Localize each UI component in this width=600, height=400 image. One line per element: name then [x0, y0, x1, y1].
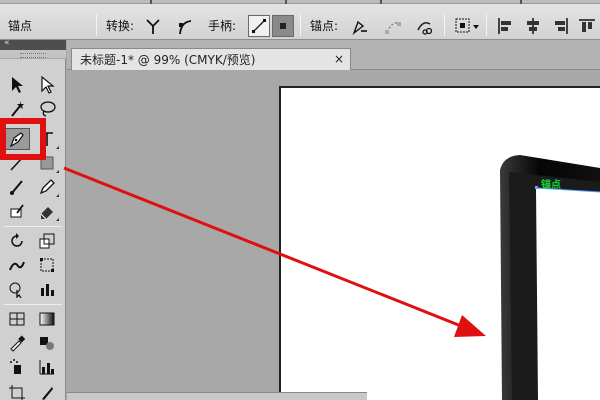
hide-handles-button[interactable]: [272, 15, 294, 37]
blend-tool[interactable]: [34, 332, 60, 354]
artboard[interactable]: [279, 86, 600, 400]
document-tab-bar: 未标题-1* @ 99% (CMYK/预览) ×: [67, 40, 600, 70]
anchor-point-label: 锚点: [541, 180, 561, 191]
tools-panel-grip[interactable]: [0, 50, 66, 59]
magic-wand-tool[interactable]: [4, 98, 30, 120]
flyout-indicator: [56, 218, 59, 221]
flyout-indicator: [56, 194, 59, 197]
tools-divider: [4, 226, 62, 227]
align-right-icon: [555, 18, 568, 34]
align-top-icon: [579, 19, 595, 32]
slice-knife-icon: [42, 387, 53, 400]
hollow-arrow-icon: [41, 76, 55, 94]
separator: [96, 14, 97, 36]
grid-dropdown-icon: [455, 18, 479, 33]
separator: [300, 14, 301, 36]
rotate-tool[interactable]: [4, 230, 30, 252]
convert-smooth-icon: [179, 20, 192, 35]
close-icon[interactable]: ×: [334, 52, 344, 66]
warp-tool[interactable]: [4, 254, 30, 276]
pencil-tool[interactable]: [34, 176, 60, 198]
spray-icon: [10, 359, 21, 374]
separator: [444, 14, 445, 36]
lasso-icon: [40, 101, 56, 117]
align-right-button[interactable]: [550, 15, 572, 37]
selection-tool[interactable]: [4, 74, 30, 96]
eraser-icon: [40, 207, 53, 220]
convert-to-smooth-button[interactable]: [174, 15, 196, 37]
show-handles-icon: [252, 19, 266, 33]
transform-dropdown[interactable]: [452, 15, 482, 37]
align-left-icon: [498, 18, 511, 34]
gradient-tool[interactable]: [34, 308, 60, 330]
lasso-tool[interactable]: [34, 98, 60, 120]
free-transform-icon: [40, 258, 54, 272]
canvas-area[interactable]: [67, 70, 600, 400]
brush-icon: [10, 180, 23, 195]
menu-bar-remnant: [0, 0, 600, 4]
direct-selection-tool[interactable]: [34, 74, 60, 96]
magic-wand-icon: [11, 101, 24, 117]
perspective-grid-tool[interactable]: [4, 308, 30, 330]
eyedropper-icon: [10, 335, 26, 352]
shape-builder-icon: [9, 282, 22, 298]
blob-brush-tool[interactable]: [4, 200, 30, 222]
pen-minus-icon: [352, 20, 367, 36]
arrow-icon: [12, 77, 23, 93]
align-left-button[interactable]: [494, 15, 516, 37]
flyout-indicator: [56, 170, 59, 173]
perspective-grid-icon: [9, 312, 25, 326]
separator: [486, 14, 487, 36]
scale-icon: [39, 233, 55, 249]
scale-tool[interactable]: [34, 230, 60, 252]
connect-anchors-icon: [385, 22, 401, 34]
anchor-mode-label: 锚点: [8, 19, 33, 33]
eyedropper-tool[interactable]: [4, 332, 30, 354]
tools-panel-header[interactable]: «: [0, 38, 66, 50]
document-tab-title: 未标题-1* @ 99% (CMYK/预览): [80, 53, 256, 67]
gradient-icon: [39, 312, 55, 326]
free-transform-tool[interactable]: [34, 254, 60, 276]
paintbrush-tool[interactable]: [4, 176, 30, 198]
bar-graph-icon: [41, 284, 54, 296]
tools-divider: [4, 304, 62, 305]
rotate-icon: [11, 233, 23, 247]
warp-icon: [9, 261, 25, 271]
pencil-icon: [39, 179, 55, 195]
convert-corner-icon: [146, 19, 160, 34]
hide-handles-icon: [280, 23, 286, 29]
blend-icon: [40, 337, 54, 350]
convert-label: 转换:: [106, 19, 135, 33]
eraser-tool[interactable]: [34, 200, 60, 222]
tools-panel: «: [0, 38, 66, 400]
remove-anchor-button[interactable]: [348, 15, 370, 37]
document-tab[interactable]: 未标题-1* @ 99% (CMYK/预览) ×: [71, 48, 351, 70]
align-center-icon: [527, 18, 539, 34]
status-bar-edge: [67, 392, 367, 400]
symbol-sprayer-tool[interactable]: [4, 356, 30, 378]
control-bar: 锚点 转换: 手柄: 锚点:: [0, 0, 600, 40]
pen-tool-highlight-box: [0, 118, 46, 160]
shape-builder-tool[interactable]: [4, 278, 30, 300]
column-graph-icon: [39, 360, 54, 375]
connect-anchors-button[interactable]: [382, 15, 404, 37]
handles-label: 手柄:: [208, 19, 237, 33]
flyout-indicator: [56, 146, 59, 149]
scissors-path-icon: [417, 22, 433, 35]
anchors-label: 锚点:: [310, 19, 339, 33]
blob-brush-icon: [10, 204, 24, 218]
collapse-panel-icon[interactable]: «: [4, 38, 9, 48]
cut-path-button[interactable]: [414, 15, 436, 37]
convert-to-corner-button[interactable]: [142, 15, 164, 37]
align-top-button[interactable]: [576, 15, 598, 37]
show-handles-button[interactable]: [248, 15, 270, 37]
align-center-button[interactable]: [522, 15, 544, 37]
graph-tool[interactable]: [34, 278, 60, 300]
slice-tool[interactable]: [34, 382, 60, 400]
column-graph-tool[interactable]: [34, 356, 60, 378]
artboard-tool[interactable]: [4, 382, 30, 400]
artboard-icon: [9, 385, 25, 400]
